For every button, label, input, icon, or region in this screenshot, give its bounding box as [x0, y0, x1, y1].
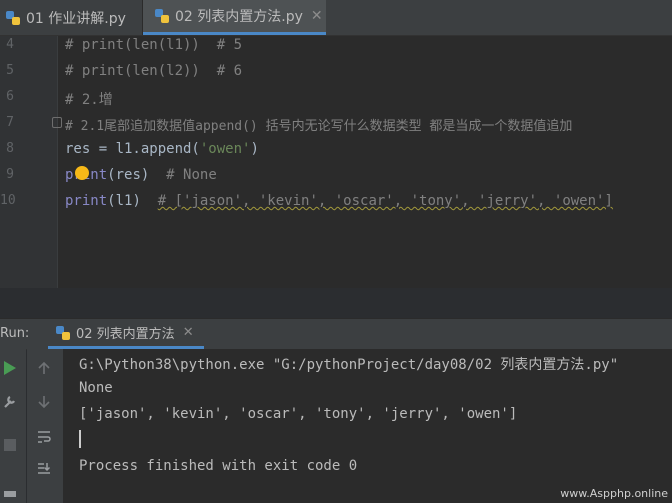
tab-02-list-methods[interactable]: 02 列表内置方法.py ✕ — [143, 0, 326, 35]
console-output[interactable]: G:\Python38\python.exe "G:/pythonProject… — [64, 349, 672, 503]
layout-icon[interactable] — [3, 489, 17, 501]
arrow-up-icon[interactable] — [37, 361, 51, 375]
close-icon[interactable]: ✕ — [311, 8, 323, 24]
console-line-output: None — [79, 380, 113, 396]
comment-token: # ['jason', 'kevin', 'oscar', 'tony', 'j… — [157, 193, 613, 209]
scroll-to-end-icon[interactable] — [36, 461, 52, 477]
run-tab-label: 02 列表内置方法 — [76, 327, 175, 342]
code-token: (res) — [107, 167, 167, 183]
rerun-icon[interactable] — [3, 360, 17, 376]
python-file-icon — [6, 10, 20, 25]
wrench-icon[interactable] — [2, 393, 18, 409]
tab-label: 01 作业讲解.py — [26, 10, 126, 27]
builtin-token: print — [65, 193, 108, 209]
line-number: 7 — [6, 115, 14, 130]
python-file-icon — [155, 9, 169, 23]
line-number: 6 — [6, 89, 14, 104]
editor-tab-bar: 01 作业讲解.py 02 列表内置方法.py ✕ — [0, 0, 672, 36]
line-number: 4 — [6, 37, 14, 52]
code-token: (l1) — [107, 193, 158, 209]
run-tab[interactable]: 02 列表内置方法 ✕ — [48, 319, 204, 349]
soft-wrap-icon[interactable] — [36, 429, 52, 445]
run-label: Run: — [0, 326, 30, 341]
watermark: www.Aspphp.online — [560, 487, 668, 500]
python-file-icon — [56, 325, 70, 340]
console-line-command: G:\Python38\python.exe "G:/pythonProject… — [79, 357, 619, 373]
code-line-7[interactable]: # 2.1尾部追加数据值append() 括号内无论写什么数据类型 都是当成一个… — [65, 115, 572, 134]
code-line-5[interactable]: # print(len(l2)) # 6 — [65, 63, 242, 79]
comment-token: # None — [166, 167, 217, 183]
line-number: 10 — [0, 193, 16, 208]
string-token: 'owen' — [199, 141, 251, 157]
tab-01-homework[interactable]: 01 作业讲解.py — [0, 0, 142, 35]
code-line-4[interactable]: # print(len(l1)) # 5 — [65, 37, 242, 53]
line-number-gutter: 4 5 6 7 8 9 10 — [0, 36, 58, 288]
line-number: 8 — [6, 141, 14, 156]
code-line-6[interactable]: # 2.增 — [65, 89, 113, 109]
code-line-8[interactable]: res = l1.append('owen') — [65, 141, 259, 157]
tab-label: 02 列表内置方法.py — [175, 9, 303, 25]
fold-marker-icon[interactable] — [52, 117, 62, 128]
stop-icon[interactable] — [3, 438, 17, 452]
run-toolbar-primary — [0, 349, 26, 503]
run-panel-header: Run: 02 列表内置方法 ✕ — [0, 318, 672, 350]
code-token: ) — [250, 141, 259, 157]
console-line-output: ['jason', 'kevin', 'oscar', 'tony', 'jer… — [79, 406, 518, 422]
console-input-caret — [79, 430, 81, 448]
console-line-exit: Process finished with exit code 0 — [79, 458, 358, 474]
line-number: 5 — [6, 63, 14, 78]
line-number: 9 — [6, 167, 14, 182]
lightbulb-icon[interactable] — [75, 166, 89, 180]
arrow-down-icon[interactable] — [37, 395, 51, 409]
code-line-10[interactable]: print(l1) # ['jason', 'kevin', 'oscar', … — [65, 193, 613, 209]
close-icon[interactable]: ✕ — [183, 325, 194, 340]
code-token: res = l1.append( — [65, 141, 200, 157]
run-toolbar-secondary — [27, 349, 64, 503]
